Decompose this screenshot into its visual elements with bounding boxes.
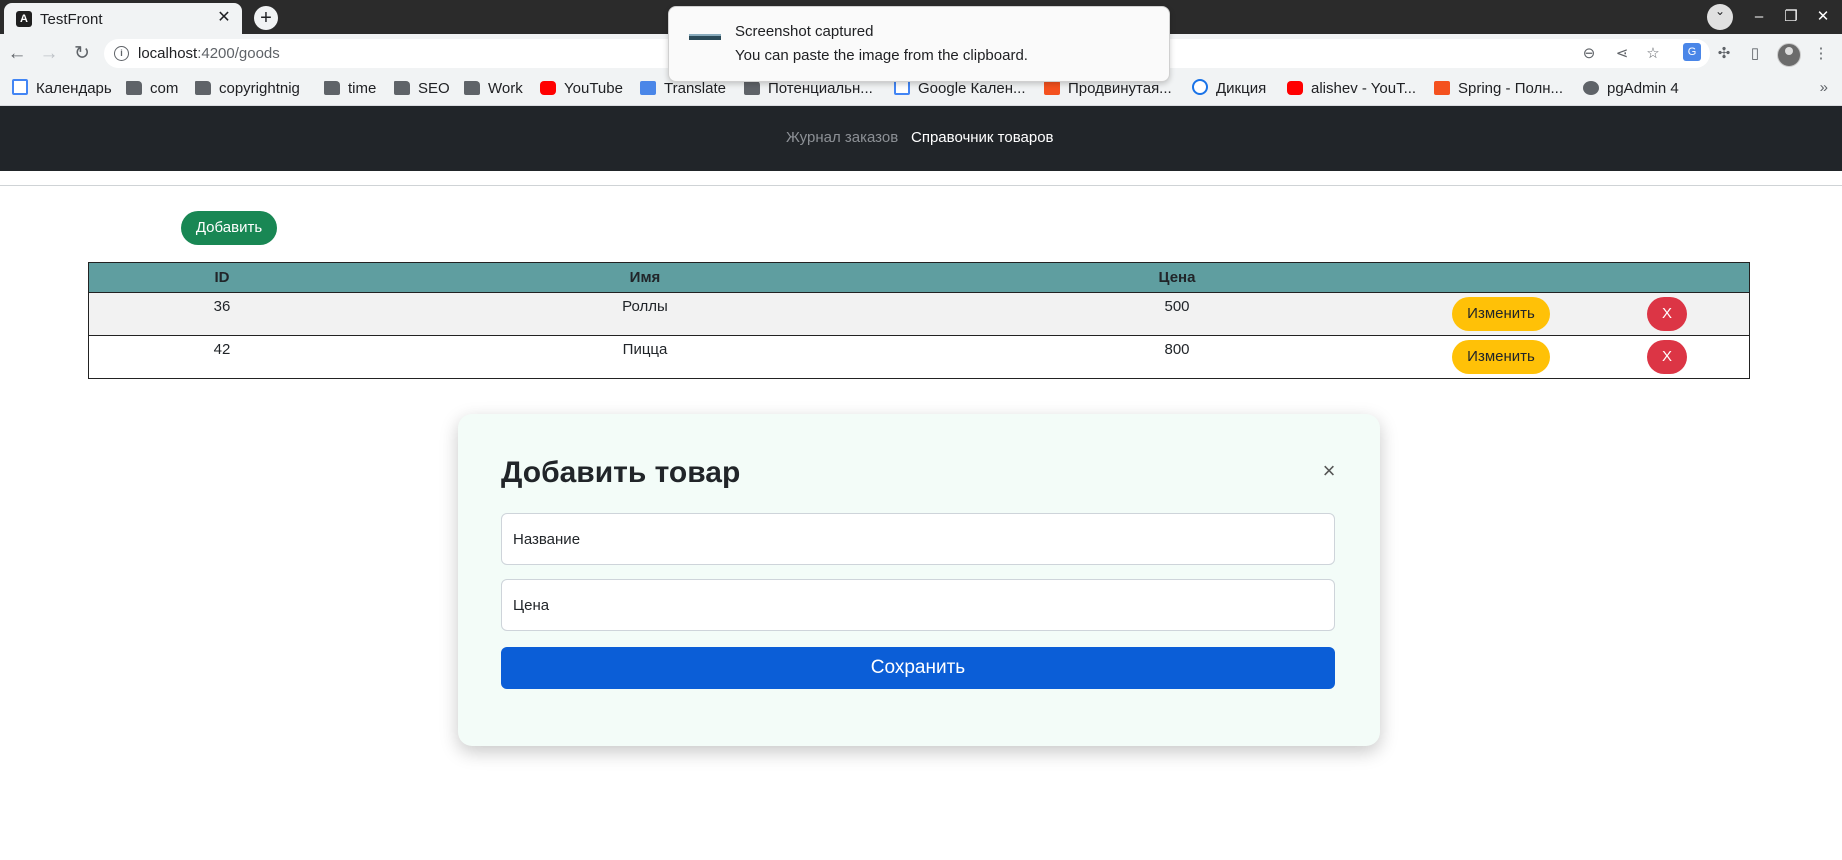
side-panel-icon[interactable]: ▯ (1744, 43, 1766, 65)
screenshot-thumbnail-icon (689, 34, 721, 40)
nav-link-orders[interactable]: Журнал заказов (786, 129, 898, 146)
bookmark-item[interactable]: Дикция (1192, 79, 1266, 99)
more-bookmarks-icon[interactable]: » (1820, 79, 1828, 96)
bookmark-item[interactable]: YouTube (540, 79, 623, 99)
bookmark-item[interactable]: Spring - Полн... (1434, 79, 1563, 99)
bookmark-star-icon[interactable]: ☆ (1642, 43, 1664, 65)
google-translate-extension-icon[interactable]: G (1683, 43, 1701, 61)
close-icon[interactable]: × (1320, 460, 1338, 482)
cell-id: 36 (213, 298, 231, 315)
youtube-icon (1287, 81, 1303, 95)
column-header-price: Цена (1158, 269, 1196, 286)
app-navbar: Журнал заказов Справочник товаров (0, 106, 1842, 171)
add-product-modal: Добавить товар × Сохранить (458, 414, 1380, 746)
price-input[interactable] (502, 580, 1334, 630)
back-icon[interactable]: ← (5, 42, 29, 66)
folder-icon (744, 81, 760, 95)
bookmark-item[interactable]: com (126, 79, 178, 99)
modal-title: Добавить товар (501, 456, 741, 489)
bookmark-item[interactable]: alishev - YouT... (1287, 79, 1416, 99)
site-icon (1192, 79, 1208, 95)
profile-avatar[interactable] (1777, 43, 1801, 67)
screenshot-notification: Screenshot captured You can paste the im… (668, 6, 1170, 82)
table-row: 42 Пицца 800 Изменить X (89, 336, 1749, 378)
extensions-puzzle-icon[interactable]: ✣ (1713, 43, 1735, 65)
bookmark-item[interactable]: Потенциальн... (744, 79, 873, 99)
cell-name: Роллы (622, 298, 668, 315)
name-input[interactable] (502, 514, 1334, 564)
cell-name: Пицца (622, 341, 668, 358)
site-info-icon[interactable]: i (114, 46, 129, 61)
cell-id: 42 (213, 341, 231, 358)
tab-close-icon[interactable]: ✕ (214, 8, 234, 28)
url-text: localhost:4200/goods (138, 45, 280, 62)
window-close-icon[interactable]: ✕ (1812, 6, 1834, 28)
share-icon[interactable]: ⋖ (1611, 43, 1633, 65)
translate-icon (640, 81, 656, 95)
bookmark-item[interactable]: Google Кален... (894, 79, 1026, 99)
site-icon (1434, 81, 1450, 95)
price-field-wrapper (501, 579, 1335, 631)
maximize-icon[interactable]: ❐ (1780, 6, 1802, 28)
folder-icon (126, 81, 142, 95)
divider (0, 185, 1842, 186)
name-field-wrapper (501, 513, 1335, 565)
add-button[interactable]: Добавить (181, 211, 277, 245)
new-tab-icon[interactable]: + (254, 6, 278, 30)
edit-button[interactable]: Изменить (1452, 297, 1550, 331)
folder-icon (324, 81, 340, 95)
reload-icon[interactable]: ↻ (70, 42, 94, 66)
tab-search-icon[interactable]: ⌄ (1707, 4, 1733, 30)
notification-body: You can paste the image from the clipboa… (735, 47, 1028, 64)
bookmark-item[interactable]: Work (464, 79, 523, 99)
cell-price: 500 (1164, 298, 1190, 315)
bookmark-item[interactable]: Translate (640, 79, 726, 99)
bookmark-item[interactable]: Календарь (12, 79, 112, 99)
tab-title: TestFront (40, 11, 103, 28)
save-button[interactable]: Сохранить (501, 647, 1335, 689)
cell-price: 800 (1164, 341, 1190, 358)
delete-button[interactable]: X (1647, 297, 1687, 331)
bookmark-item[interactable]: copyrightnig (195, 79, 300, 99)
bookmark-item[interactable]: pgAdmin 4 (1583, 79, 1679, 99)
folder-icon (195, 81, 211, 95)
youtube-icon (540, 81, 556, 95)
delete-button[interactable]: X (1647, 340, 1687, 374)
bookmark-item[interactable]: Продвинутая... (1044, 79, 1172, 99)
minimize-icon[interactable]: – (1748, 6, 1770, 28)
globe-icon (1583, 81, 1599, 95)
angular-favicon-icon: A (16, 11, 32, 27)
edit-button[interactable]: Изменить (1452, 340, 1550, 374)
nav-link-goods[interactable]: Справочник товаров (911, 129, 1054, 146)
table-header: ID Имя Цена (89, 263, 1749, 293)
calendar-icon (12, 79, 28, 95)
site-icon (1044, 81, 1060, 95)
browser-tab[interactable]: A TestFront ✕ (4, 3, 242, 34)
bookmark-item[interactable]: SEO (394, 79, 450, 99)
bookmark-item[interactable]: time (324, 79, 376, 99)
table-row: 36 Роллы 500 Изменить X (89, 293, 1749, 336)
column-header-name: Имя (629, 269, 661, 286)
column-header-id: ID (214, 269, 230, 286)
folder-icon (394, 81, 410, 95)
folder-icon (464, 81, 480, 95)
forward-icon[interactable]: → (37, 42, 61, 66)
zoom-icon[interactable]: ⊖ (1578, 43, 1600, 65)
goods-table: ID Имя Цена 36 Роллы 500 Изменить X 42 П… (88, 262, 1750, 379)
menu-kebab-icon[interactable]: ⋮ (1810, 43, 1832, 65)
notification-title: Screenshot captured (735, 23, 874, 40)
